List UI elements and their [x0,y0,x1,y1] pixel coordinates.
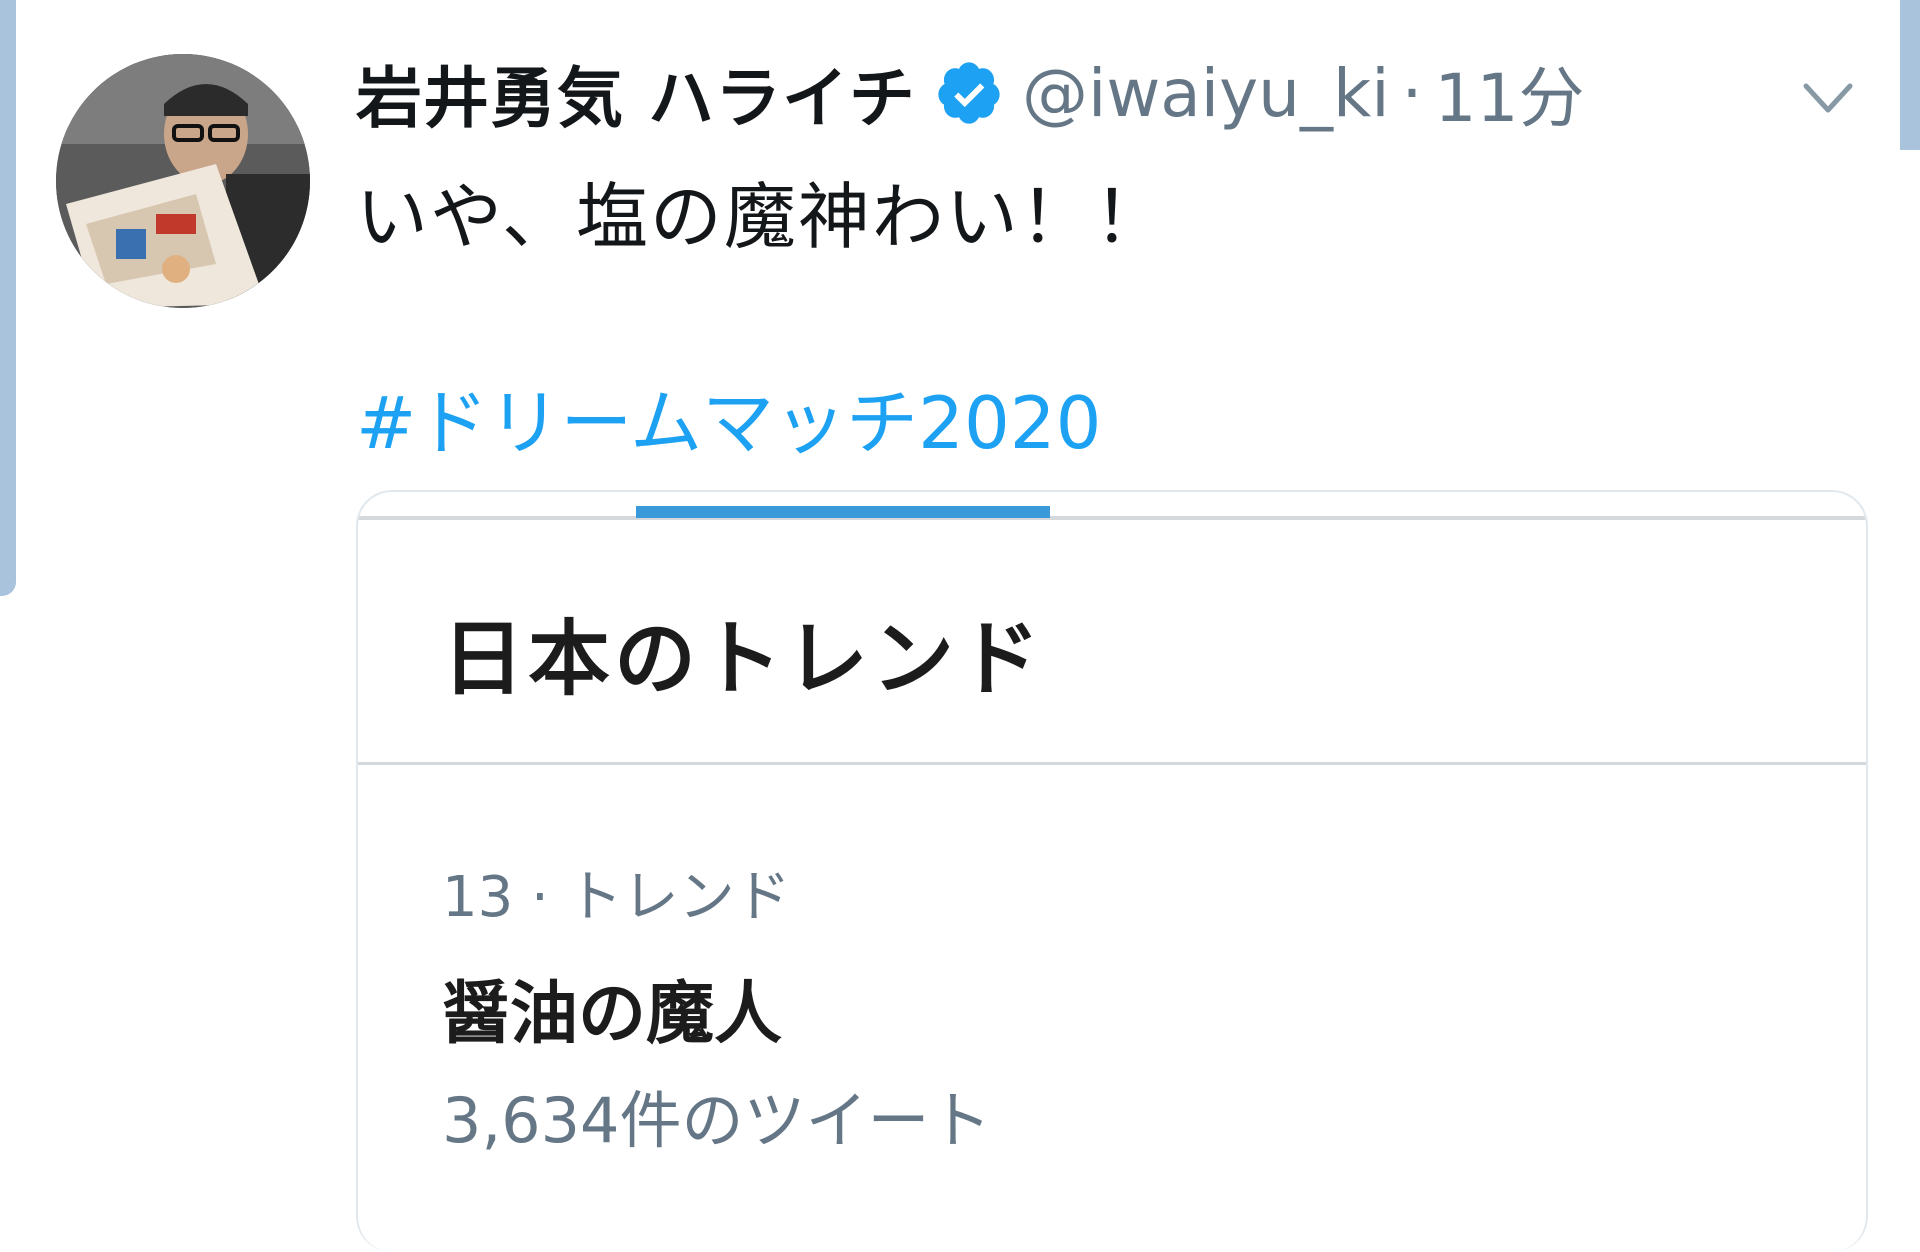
separator-dot: · [1401,54,1423,132]
embedded-image-card[interactable]: 日本のトレンド 13 · トレンド 醤油の魔人 3,634件のツイート [356,490,1868,1252]
hashtag-link[interactable]: #ドリームマッチ2020 [356,364,1101,469]
card-tab-bar [358,516,1866,520]
card-title: 日本のトレンド [442,612,1045,707]
card-divider [358,762,1866,765]
tweet-timestamp[interactable]: 11分 [1435,45,1585,141]
avatar-photo [56,54,310,308]
avatar[interactable] [56,54,310,308]
card-tab-active-indicator [636,506,1050,518]
left-scroll-accent [0,0,16,596]
verified-badge-icon [934,58,1004,128]
trend-tweet-count: 3,634件のツイート [442,1084,992,1157]
chevron-down-icon[interactable] [1800,78,1856,118]
tweet-header: 岩井勇気 ハライチ @iwaiyu_ki · 11分 [356,48,1585,138]
tweet-text: いや、塩の魔神わい！！ [356,175,1168,259]
display-name[interactable]: 岩井勇気 ハライチ [356,45,916,141]
right-scroll-accent [1900,0,1920,150]
trend-name: 醤油の魔人 [442,975,783,1054]
trend-meta: 13 · トレンド [442,865,791,930]
user-handle[interactable]: @iwaiyu_ki [1022,55,1390,132]
